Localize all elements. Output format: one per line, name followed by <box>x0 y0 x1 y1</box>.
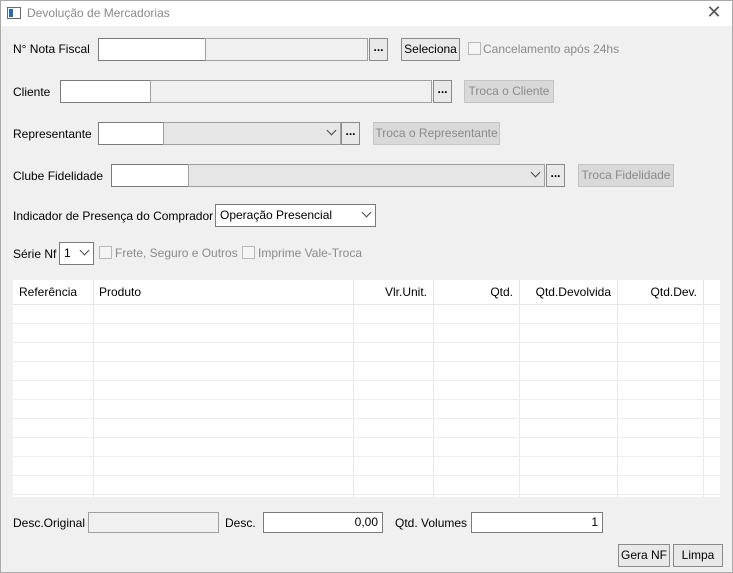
nota-fiscal-label: N° Nota Fiscal <box>13 42 90 56</box>
desc-input[interactable]: 0,00 <box>263 512 383 533</box>
column-header-qtd-devolvida[interactable]: Qtd.Devolvida <box>519 280 618 305</box>
vale-troca-label: Imprime Vale-Troca <box>258 246 363 260</box>
indicador-presenca-label: Indicador de Presença do Comprador <box>13 209 214 223</box>
table-row[interactable] <box>13 381 720 400</box>
column-header-produto[interactable]: Produto <box>93 280 354 305</box>
vale-troca-checkbox[interactable] <box>242 246 255 259</box>
table-row[interactable] <box>13 305 720 324</box>
column-header-qtd[interactable]: Qtd. <box>433 280 520 305</box>
troca-representante-button[interactable]: Troca o Representante <box>373 122 500 145</box>
table-row[interactable] <box>13 324 720 343</box>
desc-original-label: Desc.Original <box>13 516 86 530</box>
cliente-browse-button[interactable]: ... <box>433 80 452 103</box>
items-grid[interactable]: Referência Produto Vlr.Unit. Qtd. Qtd.De… <box>13 280 720 497</box>
grid-header: Referência Produto Vlr.Unit. Qtd. Qtd.De… <box>13 280 720 305</box>
troca-cliente-button[interactable]: Troca o Cliente <box>464 80 554 103</box>
clube-fidelidade-select[interactable] <box>188 164 545 187</box>
table-row[interactable] <box>13 438 720 457</box>
close-icon[interactable]: ✕ <box>702 3 726 23</box>
representante-label: Representante <box>13 127 92 141</box>
table-row[interactable] <box>13 343 720 362</box>
column-header-vlr-unit[interactable]: Vlr.Unit. <box>353 280 434 305</box>
indicador-presenca-select[interactable]: Operação Presencial <box>215 204 376 227</box>
indicador-presenca-selected-value: Operação Presencial <box>220 208 333 222</box>
desc-original-field <box>88 512 219 533</box>
nota-fiscal-number-input[interactable] <box>98 38 206 61</box>
gera-nf-button[interactable]: Gera NF <box>618 544 670 567</box>
clube-fidelidade-label: Clube Fidelidade <box>13 169 104 183</box>
cliente-name-field <box>150 80 432 103</box>
column-header-referencia[interactable]: Referência <box>13 280 94 305</box>
table-row[interactable] <box>13 400 720 419</box>
troca-fidelidade-button[interactable]: Troca Fidelidade <box>578 164 674 187</box>
clube-fidelidade-browse-button[interactable]: ... <box>546 164 565 187</box>
cancelamento-24h-checkbox[interactable] <box>468 42 481 55</box>
cliente-code-input[interactable] <box>60 80 151 103</box>
table-row[interactable] <box>13 476 720 495</box>
seleciona-button[interactable]: Seleciona <box>401 38 460 61</box>
serie-nf-label: Série Nf <box>13 247 57 261</box>
frete-checkbox[interactable] <box>99 246 112 259</box>
volumes-label: Qtd. Volumes <box>395 516 468 530</box>
limpa-button[interactable]: Limpa <box>673 544 723 567</box>
volumes-input[interactable]: 1 <box>471 512 603 533</box>
chevron-down-icon <box>361 207 372 218</box>
app-icon <box>7 7 21 19</box>
chevron-down-icon <box>530 167 541 178</box>
serie-nf-select[interactable]: 1 <box>59 242 94 265</box>
title-bar: Devolução de Mercadorias ✕ <box>1 1 732 26</box>
serie-nf-selected-value: 1 <box>64 246 71 260</box>
representante-browse-button[interactable]: ... <box>341 122 360 145</box>
representante-code-input[interactable] <box>98 122 164 145</box>
window-title: Devolução de Mercadorias <box>27 6 170 20</box>
representante-select[interactable] <box>163 122 341 145</box>
desc-label: Desc. <box>225 516 256 530</box>
chevron-down-icon <box>79 245 90 256</box>
table-row[interactable] <box>13 419 720 438</box>
cliente-label: Cliente <box>13 85 51 99</box>
table-row[interactable] <box>13 457 720 476</box>
chevron-down-icon <box>326 125 337 136</box>
column-header-qtd-dev[interactable]: Qtd.Dev. <box>617 280 704 305</box>
clube-fidelidade-code-input[interactable] <box>111 164 189 187</box>
devolucao-window: Devolução de Mercadorias ✕ N° Nota Fisca… <box>0 0 733 573</box>
nota-fiscal-browse-button[interactable]: ... <box>369 38 388 61</box>
table-row[interactable] <box>13 362 720 381</box>
frete-label: Frete, Seguro e Outros <box>115 246 238 260</box>
cancelamento-24h-label: Cancelamento após 24hs <box>483 42 620 56</box>
nota-fiscal-description-field <box>205 38 368 61</box>
